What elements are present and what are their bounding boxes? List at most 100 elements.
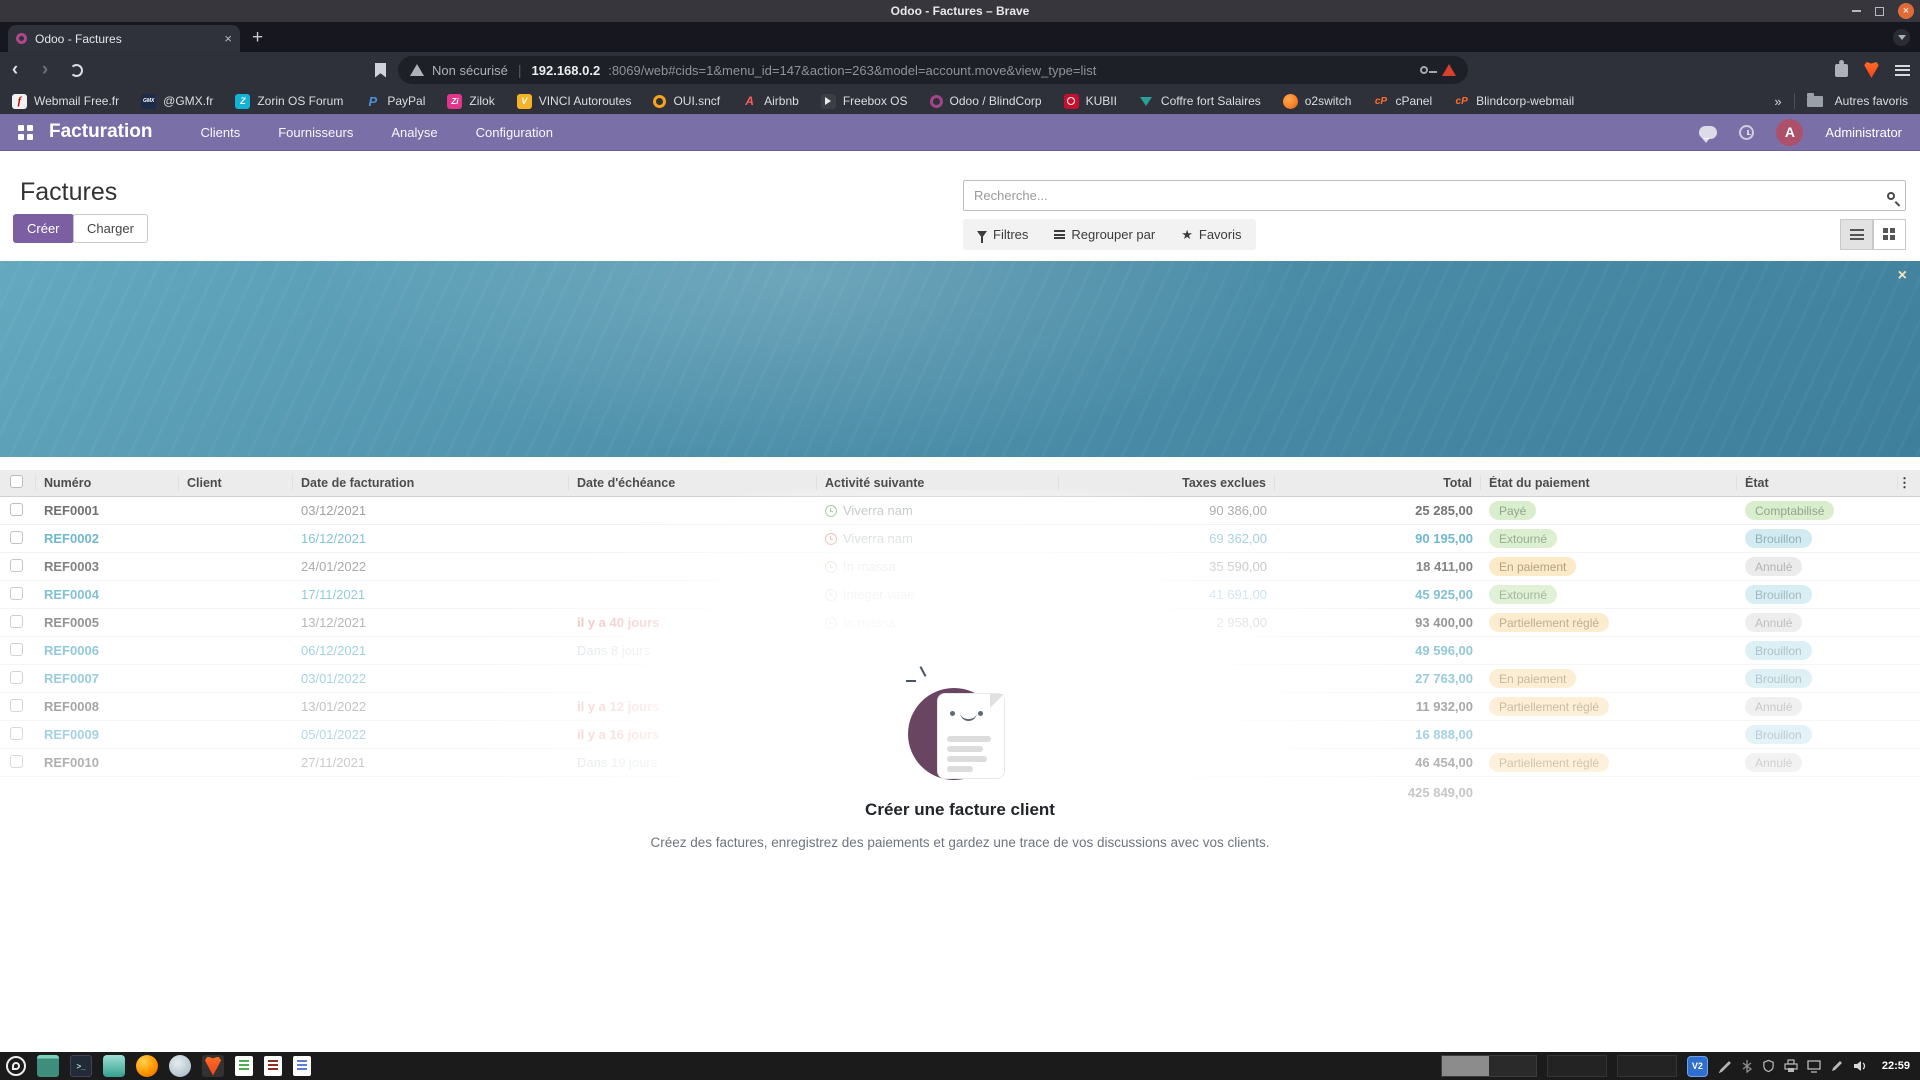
software-store-icon[interactable] bbox=[103, 1055, 125, 1077]
bookmark-odoo-blindcorp[interactable]: Odoo / BlindCorp bbox=[930, 94, 1042, 108]
menu-analyse[interactable]: Analyse bbox=[391, 125, 437, 140]
back-button[interactable]: ‹ bbox=[0, 59, 30, 81]
other-bookmarks-button[interactable]: Autres favoris bbox=[1835, 94, 1908, 108]
row-checkbox[interactable] bbox=[10, 727, 23, 740]
forward-button[interactable]: › bbox=[30, 59, 60, 81]
window-list-slot[interactable] bbox=[1547, 1055, 1607, 1077]
browser-tab[interactable]: Odoo - Factures × bbox=[8, 25, 240, 52]
header-untaxed[interactable]: Taxes exclues bbox=[1059, 476, 1275, 490]
activities-icon[interactable] bbox=[1739, 125, 1754, 140]
address-bar[interactable]: Non sécurisé | 192.168.0.2 :8069/web#cid… bbox=[398, 56, 1468, 84]
bookmark-zorin-forum[interactable]: Zorin OS Forum bbox=[235, 94, 343, 109]
firefox-icon[interactable] bbox=[136, 1055, 158, 1077]
table-row[interactable]: REF0002 16/12/2021 Viverra nam 69 362,00… bbox=[0, 525, 1920, 553]
row-checkbox[interactable] bbox=[10, 503, 23, 516]
user-name[interactable]: Administrator bbox=[1825, 125, 1902, 140]
tab-search-button[interactable] bbox=[1893, 29, 1910, 46]
row-checkbox[interactable] bbox=[10, 531, 23, 544]
terminal-icon[interactable]: >_ bbox=[70, 1055, 92, 1077]
window-close-button[interactable]: × bbox=[1898, 3, 1914, 19]
apps-menu-icon[interactable] bbox=[18, 125, 33, 140]
search-input[interactable]: Recherche... bbox=[963, 180, 1906, 211]
start-menu-icon[interactable] bbox=[6, 1056, 26, 1076]
header-state[interactable]: État bbox=[1737, 476, 1898, 490]
pencil-icon[interactable] bbox=[1830, 1059, 1844, 1073]
bookmark-webmail-free[interactable]: Webmail Free.fr bbox=[12, 94, 119, 109]
activity-cell[interactable]: Integer vitae bbox=[817, 587, 1059, 602]
reload-button[interactable] bbox=[70, 64, 83, 77]
row-checkbox[interactable] bbox=[10, 643, 23, 656]
bookmark-kubii[interactable]: KUBII bbox=[1064, 94, 1117, 109]
header-invoice-date[interactable]: Date de facturation bbox=[293, 476, 569, 490]
header-due-date[interactable]: Date d'échéance bbox=[569, 476, 817, 490]
browser-menu-icon[interactable] bbox=[1895, 65, 1910, 76]
menu-fournisseurs[interactable]: Fournisseurs bbox=[278, 125, 353, 140]
upload-button[interactable]: Charger bbox=[73, 214, 148, 243]
menu-clients[interactable]: Clients bbox=[200, 125, 240, 140]
bookmark-cpanel[interactable]: cPanel bbox=[1373, 94, 1432, 109]
clock[interactable]: 22:59 bbox=[1882, 1060, 1910, 1072]
web-browser-icon[interactable] bbox=[169, 1055, 191, 1077]
workspace-switcher[interactable] bbox=[1441, 1055, 1537, 1077]
create-button[interactable]: Créer bbox=[13, 214, 74, 243]
user-avatar[interactable]: A bbox=[1776, 119, 1803, 146]
brave-rewards-icon[interactable] bbox=[1442, 64, 1456, 76]
window-list-slot[interactable] bbox=[1617, 1055, 1677, 1077]
menu-configuration[interactable]: Configuration bbox=[476, 125, 553, 140]
security-warning-icon[interactable] bbox=[410, 64, 424, 76]
bluetooth-icon[interactable] bbox=[1741, 1059, 1753, 1073]
shield-icon[interactable] bbox=[1762, 1059, 1775, 1073]
brave-icon[interactable] bbox=[202, 1055, 224, 1077]
libreoffice-base-icon[interactable] bbox=[264, 1056, 282, 1076]
group-by-button[interactable]: Regrouper par bbox=[1054, 227, 1155, 242]
filters-button[interactable]: Filtres bbox=[977, 227, 1028, 242]
row-checkbox[interactable] bbox=[10, 587, 23, 600]
extensions-icon[interactable] bbox=[1835, 64, 1848, 77]
row-checkbox[interactable] bbox=[10, 559, 23, 572]
header-next-activity[interactable]: Activité suivante bbox=[817, 476, 1059, 490]
libreoffice-calc-icon[interactable] bbox=[235, 1056, 253, 1076]
password-key-icon[interactable] bbox=[1420, 66, 1428, 74]
favorites-button[interactable]: ★Favoris bbox=[1181, 227, 1241, 243]
tab-close-icon[interactable]: × bbox=[224, 31, 232, 46]
activity-cell[interactable]: In massa bbox=[817, 615, 1059, 630]
window-maximize-button[interactable] bbox=[1875, 7, 1884, 16]
printer-icon[interactable] bbox=[1784, 1059, 1798, 1073]
optional-columns-icon[interactable]: ⋮ bbox=[1898, 475, 1920, 491]
brave-shields-icon[interactable] bbox=[1864, 62, 1879, 78]
libreoffice-writer-icon[interactable] bbox=[293, 1056, 311, 1076]
table-row[interactable]: REF0004 17/11/2021 Integer vitae 41 691,… bbox=[0, 581, 1920, 609]
bookmark-oui-sncf[interactable]: OUI.sncf bbox=[653, 94, 720, 108]
window-minimize-button[interactable] bbox=[1852, 10, 1861, 12]
bookmark-airbnb[interactable]: Airbnb bbox=[742, 94, 799, 109]
activity-cell[interactable]: In massa bbox=[817, 559, 1059, 574]
activity-cell[interactable]: Viverra nam bbox=[817, 531, 1059, 546]
row-checkbox[interactable] bbox=[10, 755, 23, 768]
row-checkbox[interactable] bbox=[10, 699, 23, 712]
header-numero[interactable]: Numéro bbox=[36, 476, 179, 490]
list-view-button[interactable] bbox=[1840, 219, 1873, 250]
header-client[interactable]: Client bbox=[179, 476, 293, 490]
header-total[interactable]: Total bbox=[1275, 476, 1481, 490]
activity-cell[interactable]: Viverra nam bbox=[817, 503, 1059, 518]
bookmark-freebox[interactable]: Freebox OS bbox=[821, 94, 908, 109]
select-all-checkbox[interactable] bbox=[10, 475, 23, 488]
bookmark-icon[interactable] bbox=[375, 63, 386, 78]
display-icon[interactable] bbox=[1807, 1059, 1821, 1073]
table-row[interactable]: REF0003 24/01/2022 In massa 35 590,00 18… bbox=[0, 553, 1920, 581]
file-manager-icon[interactable] bbox=[37, 1055, 59, 1077]
header-payment-status[interactable]: État du paiement bbox=[1481, 476, 1737, 490]
bookmark-paypal[interactable]: PayPal bbox=[365, 94, 425, 109]
bookmark-blindcorp-webmail[interactable]: Blindcorp-webmail bbox=[1454, 94, 1574, 109]
bookmark-o2switch[interactable]: o2switch bbox=[1283, 94, 1352, 109]
new-tab-button[interactable]: + bbox=[252, 27, 263, 52]
row-checkbox[interactable] bbox=[10, 671, 23, 684]
bookmark-coffre-fort[interactable]: Coffre fort Salaires bbox=[1139, 94, 1261, 109]
bookmark-gmx[interactable]: @GMX.fr bbox=[141, 94, 213, 109]
bookmark-vinci[interactable]: VINCI Autoroutes bbox=[517, 94, 632, 109]
stylus-icon[interactable] bbox=[1718, 1059, 1732, 1073]
table-row[interactable]: REF0001 03/12/2021 Viverra nam 90 386,00… bbox=[0, 497, 1920, 525]
v2-app-icon[interactable]: V2 bbox=[1687, 1056, 1708, 1077]
banner-close-icon[interactable]: × bbox=[1898, 267, 1907, 285]
app-name[interactable]: Facturation bbox=[49, 121, 152, 143]
